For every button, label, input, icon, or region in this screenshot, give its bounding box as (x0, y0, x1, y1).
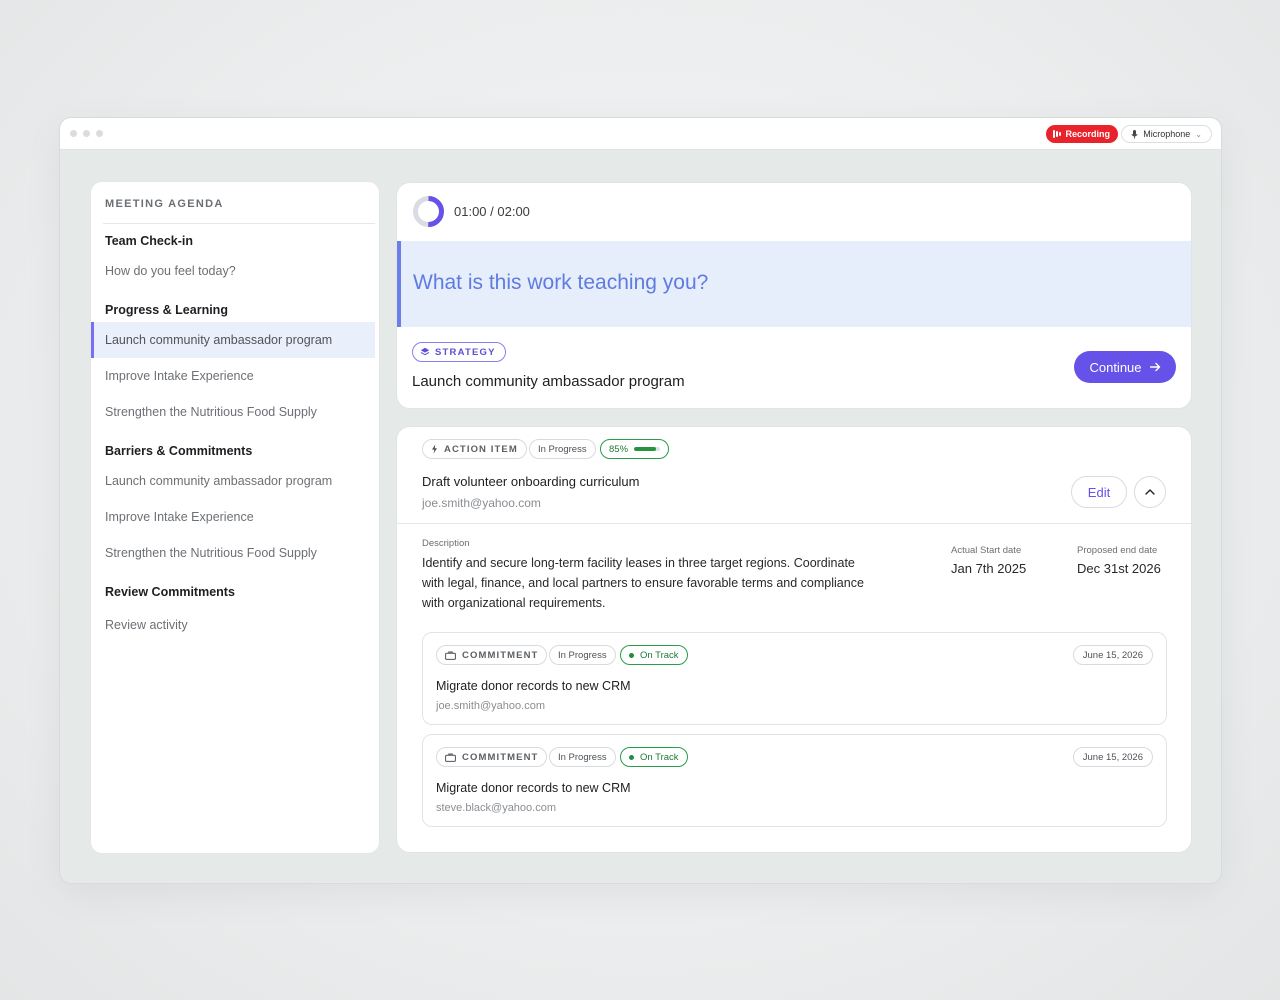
agenda-item-launch-ambassador[interactable]: Launch community ambassador program (91, 463, 375, 499)
app-window: Recording Microphone ⌄ MEETING AGENDA Te… (59, 117, 1222, 884)
agenda-item-nutritious-food[interactable]: Strengthen the Nutritious Food Supply (91, 535, 375, 571)
window-minimize-dot[interactable] (83, 130, 90, 137)
sidebar-title: MEETING AGENDA (105, 198, 224, 210)
question-text: What is this work teaching you? (413, 271, 709, 294)
title-bar: Recording Microphone ⌄ (60, 118, 1221, 150)
meeting-agenda-sidebar: MEETING AGENDA Team Check-in How do you … (90, 181, 380, 854)
agenda-item-improve-intake[interactable]: Improve Intake Experience (91, 358, 375, 394)
agenda-item-nutritious-food[interactable]: Strengthen the Nutritious Food Supply (91, 394, 375, 430)
strategy-tag-label: STRATEGY (435, 346, 496, 358)
action-item-owner-email: joe.smith@yahoo.com (422, 496, 541, 510)
layers-icon (420, 347, 430, 356)
microphone-label: Microphone (1143, 129, 1191, 139)
recording-label: Recording (1065, 129, 1110, 139)
commitment-status-badge: In Progress (549, 645, 616, 665)
progress-percent: 85% (609, 443, 629, 455)
commitment-owner-email: joe.smith@yahoo.com (436, 700, 545, 712)
recording-badge[interactable]: Recording (1046, 125, 1118, 143)
action-item-title: Draft volunteer onboarding curriculum (422, 474, 640, 489)
progress-badge: 85% (600, 439, 670, 459)
agenda-item-improve-intake[interactable]: Improve Intake Experience (91, 499, 375, 535)
end-date-label: Proposed end date (1077, 545, 1158, 556)
timer-readout: 01:00 / 02:00 (454, 204, 530, 219)
end-date-value: Dec 31st 2026 (1077, 561, 1161, 576)
progress-bar (634, 447, 661, 451)
commitment-tag: COMMITMENT (436, 747, 548, 767)
card-divider (397, 523, 1191, 524)
action-item-card: ACTION ITEM In Progress 85% Draft volunt… (396, 426, 1192, 853)
briefcase-icon (445, 651, 456, 660)
agenda-section-progress-learning[interactable]: Progress & Learning (105, 303, 228, 317)
start-date-value: Jan 7th 2025 (951, 561, 1027, 576)
action-item-tag: ACTION ITEM (422, 439, 527, 459)
action-item-tag-label: ACTION ITEM (444, 443, 518, 455)
progress-bar-fill (634, 447, 657, 451)
arrow-right-icon (1149, 362, 1160, 372)
timer-ring-icon (413, 196, 444, 227)
on-track-label: On Track (640, 751, 679, 763)
question-banner: What is this work teaching you? (397, 241, 1191, 327)
commitment-owner-email: steve.black@yahoo.com (436, 802, 557, 814)
start-date-label: Actual Start date (951, 545, 1022, 556)
microphone-dropdown[interactable]: Microphone ⌄ (1121, 125, 1212, 143)
commitment-due-date: June 15, 2026 (1072, 645, 1153, 665)
recording-icon (1053, 130, 1062, 138)
microphone-icon (1131, 129, 1138, 139)
commitment-tag: COMMITMENT (436, 645, 548, 665)
agenda-item-launch-ambassador-active[interactable]: Launch community ambassador program (91, 322, 375, 358)
commitment-due-date: June 15, 2026 (1072, 747, 1153, 767)
continue-label: Continue (1089, 359, 1142, 375)
agenda-section-team-check-in[interactable]: Team Check-in (105, 234, 193, 248)
commitment-card[interactable]: COMMITMENT In Progress On Track June 15,… (422, 734, 1167, 827)
agenda-item-review-activity[interactable]: Review activity (91, 607, 375, 643)
on-track-label: On Track (640, 649, 679, 661)
status-badge: In Progress (529, 439, 596, 459)
commitment-status-badge: In Progress (549, 747, 616, 767)
strategy-title: Launch community ambassador program (412, 373, 685, 390)
commitment-tag-label: COMMITMENT (462, 649, 539, 661)
agenda-section-review-commitments[interactable]: Review Commitments (105, 585, 235, 599)
commitment-title: Migrate donor records to new CRM (436, 781, 631, 795)
description-text: Identify and secure long-term facility l… (422, 556, 864, 610)
status-dot-icon (629, 754, 634, 760)
window-close-dot[interactable] (70, 130, 77, 137)
chevron-down-icon: ⌄ (1195, 129, 1202, 139)
commitment-card[interactable]: COMMITMENT In Progress On Track June 15,… (422, 632, 1167, 725)
prompt-card: 01:00 / 02:00 What is this work teaching… (396, 182, 1192, 409)
on-track-badge: On Track (620, 747, 688, 767)
sidebar-divider (103, 223, 375, 224)
agenda-item-how-do-you-feel[interactable]: How do you feel today? (91, 253, 375, 289)
description-label: Description (422, 538, 470, 549)
collapse-button[interactable] (1134, 476, 1166, 508)
window-maximize-dot[interactable] (96, 130, 103, 137)
chevron-up-icon (1145, 489, 1155, 495)
agenda-section-barriers-commitments[interactable]: Barriers & Commitments (105, 444, 252, 458)
edit-button[interactable]: Edit (1071, 476, 1127, 508)
on-track-badge: On Track (620, 645, 688, 665)
status-dot-icon (629, 652, 634, 658)
strategy-tag: STRATEGY (412, 342, 506, 362)
lightning-icon (432, 444, 437, 454)
briefcase-icon (445, 753, 456, 762)
commitment-tag-label: COMMITMENT (462, 751, 539, 763)
continue-button[interactable]: Continue (1074, 351, 1176, 383)
commitment-title: Migrate donor records to new CRM (436, 679, 631, 693)
